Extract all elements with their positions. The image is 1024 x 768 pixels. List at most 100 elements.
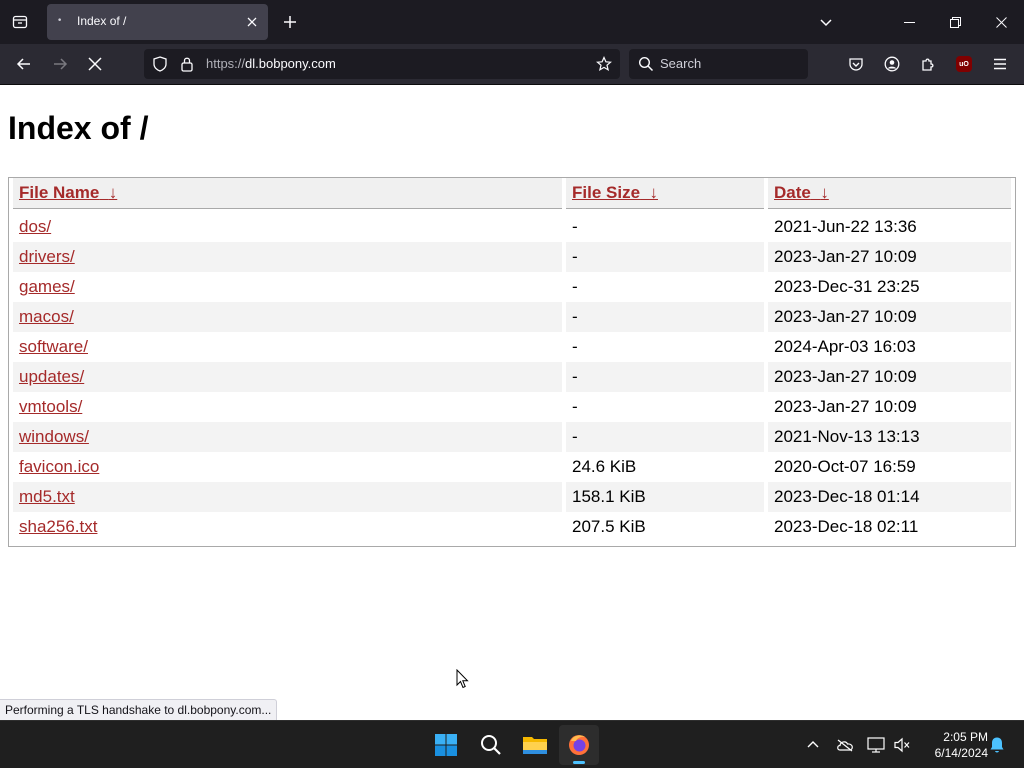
status-panel: Performing a TLS handshake to dl.bobpony… — [0, 699, 278, 720]
puzzle-piece-icon — [922, 58, 934, 71]
stop-loading-button[interactable] — [81, 50, 109, 78]
file-link[interactable]: games/ — [19, 277, 75, 296]
taskbar-search-button[interactable] — [471, 725, 511, 765]
file-size-cell: - — [566, 362, 764, 392]
file-size-cell: - — [572, 217, 578, 236]
extensions-button[interactable] — [914, 50, 942, 78]
file-explorer-icon — [523, 737, 547, 754]
file-link[interactable]: favicon.ico — [19, 457, 99, 476]
file-date-cell: 2023-Jan-27 10:09 — [768, 362, 1011, 392]
firefox-taskbar-button[interactable] — [559, 725, 599, 765]
tab-title: Index of / — [77, 14, 127, 28]
date-header-label: Date — [774, 183, 811, 202]
page-content: Index of / File Name ↓ File Size ↓ Date … — [0, 86, 1024, 720]
file-explorer-button[interactable] — [515, 725, 555, 765]
taskbar-clock[interactable]: 2:05 PM 6/14/2024 — [916, 729, 988, 761]
file-date-cell: 2021-Jun-22 13:36 — [774, 217, 917, 236]
tab-active[interactable]: • Index of / — [47, 4, 268, 40]
app-menu-button[interactable] — [986, 50, 1014, 78]
file-link[interactable]: updates/ — [19, 367, 84, 386]
minimize-button[interactable] — [886, 0, 932, 44]
firefox-icon — [569, 735, 589, 755]
file-size-header-label: File Size — [572, 183, 641, 202]
lock-icon[interactable] — [180, 56, 194, 76]
volume-tray-button[interactable] — [892, 735, 912, 755]
file-size-cell: - — [566, 302, 764, 332]
address-bar[interactable]: https://dl.bobpony.com — [144, 49, 620, 79]
table-row: windows/ -2021-Nov-13 13:13 — [13, 422, 1011, 452]
forward-button[interactable] — [46, 50, 74, 78]
sort-by-file-size-link[interactable]: File Size ↓ — [572, 183, 658, 202]
back-button[interactable] — [10, 50, 38, 78]
start-button[interactable] — [426, 725, 466, 765]
search-icon — [638, 56, 654, 76]
cloud-offline-icon — [837, 739, 853, 752]
search-bar[interactable]: Search — [629, 49, 808, 79]
file-size-cell: 24.6 KiB — [572, 457, 637, 476]
network-tray-button[interactable] — [866, 735, 886, 755]
file-size-cell: 158.1 KiB — [566, 482, 764, 512]
minimize-icon — [903, 21, 915, 23]
sort-arrow-icon: ↓ — [649, 183, 658, 202]
file-size-cell: - — [572, 277, 578, 296]
file-date-cell: 2023-Jan-27 10:09 — [774, 397, 917, 416]
file-name-cell: windows/ — [13, 422, 562, 452]
show-hidden-icons-button[interactable] — [803, 735, 823, 755]
tab-close-button[interactable] — [242, 12, 262, 32]
file-size-cell: 207.5 KiB — [572, 517, 646, 536]
file-link[interactable]: windows/ — [19, 427, 89, 446]
ublock-origin-button[interactable]: uO — [950, 50, 978, 78]
arrow-left-icon — [16, 58, 30, 70]
file-link[interactable]: software/ — [19, 337, 88, 356]
firefox-view-button[interactable] — [6, 9, 34, 35]
file-name-cell: software/ — [13, 332, 562, 362]
sort-by-date-link[interactable]: Date ↓ — [774, 183, 829, 202]
hamburger-menu-icon — [994, 58, 1006, 70]
arrow-right-icon — [54, 58, 68, 70]
restore-button[interactable] — [932, 0, 978, 44]
speaker-muted-icon — [894, 737, 910, 753]
file-date-cell: 2024-Apr-03 16:03 — [774, 337, 916, 356]
close-icon — [247, 17, 257, 27]
pocket-button[interactable] — [842, 50, 870, 78]
file-size-cell: - — [566, 242, 764, 272]
file-size-cell: - — [572, 337, 578, 356]
sort-by-file-name-link[interactable]: File Name ↓ — [19, 183, 117, 202]
file-link[interactable]: vmtools/ — [19, 397, 82, 416]
file-date-cell: 2023-Jan-27 10:09 — [768, 302, 1011, 332]
new-tab-button[interactable] — [278, 10, 302, 34]
tracking-protection-shield-icon[interactable] — [152, 56, 168, 76]
close-window-button[interactable] — [978, 0, 1024, 44]
url-scheme: https:// — [206, 56, 246, 71]
url-text[interactable]: https://dl.bobpony.com — [206, 56, 336, 71]
file-size-cell: - — [572, 397, 578, 416]
stop-icon — [88, 57, 102, 71]
column-header-file-size: File Size ↓ — [566, 178, 764, 209]
account-icon — [884, 56, 900, 72]
notifications-button[interactable] — [987, 735, 1007, 755]
ublock-origin-icon: uO — [956, 56, 972, 72]
file-link[interactable]: macos/ — [19, 307, 74, 326]
file-link[interactable]: drivers/ — [19, 247, 75, 266]
file-name-cell: macos/ — [13, 302, 562, 332]
file-link[interactable]: dos/ — [19, 217, 51, 236]
table-row: md5.txt 158.1 KiB 2023-Dec-18 01:14 — [13, 482, 1011, 512]
file-name-cell: vmtools/ — [13, 392, 562, 422]
mouse-pointer-icon — [456, 669, 469, 689]
account-button[interactable] — [878, 50, 906, 78]
file-date-cell: 2023-Dec-31 23:25 — [774, 277, 920, 296]
file-link[interactable]: md5.txt — [19, 487, 75, 506]
bookmark-star-icon[interactable] — [596, 56, 612, 76]
table-row: vmtools/ - 2023-Jan-27 10:09 — [13, 392, 1011, 422]
file-name-cell: dos/ — [13, 209, 562, 242]
table-row: drivers/ -2023-Jan-27 10:09 — [13, 242, 1011, 272]
sort-arrow-icon: ↓ — [820, 183, 829, 202]
list-all-tabs-button[interactable] — [814, 10, 838, 34]
file-name-cell: games/ — [13, 272, 562, 302]
search-placeholder: Search — [660, 56, 702, 71]
table-header-row: File Name ↓ File Size ↓ Date ↓ — [13, 178, 1011, 209]
table-row: favicon.ico 24.6 KiB 2020-Oct-07 16:59 — [13, 452, 1011, 482]
file-link[interactable]: sha256.txt — [19, 517, 97, 536]
file-name-header-label: File Name — [19, 183, 100, 202]
onedrive-tray-button[interactable] — [835, 735, 855, 755]
